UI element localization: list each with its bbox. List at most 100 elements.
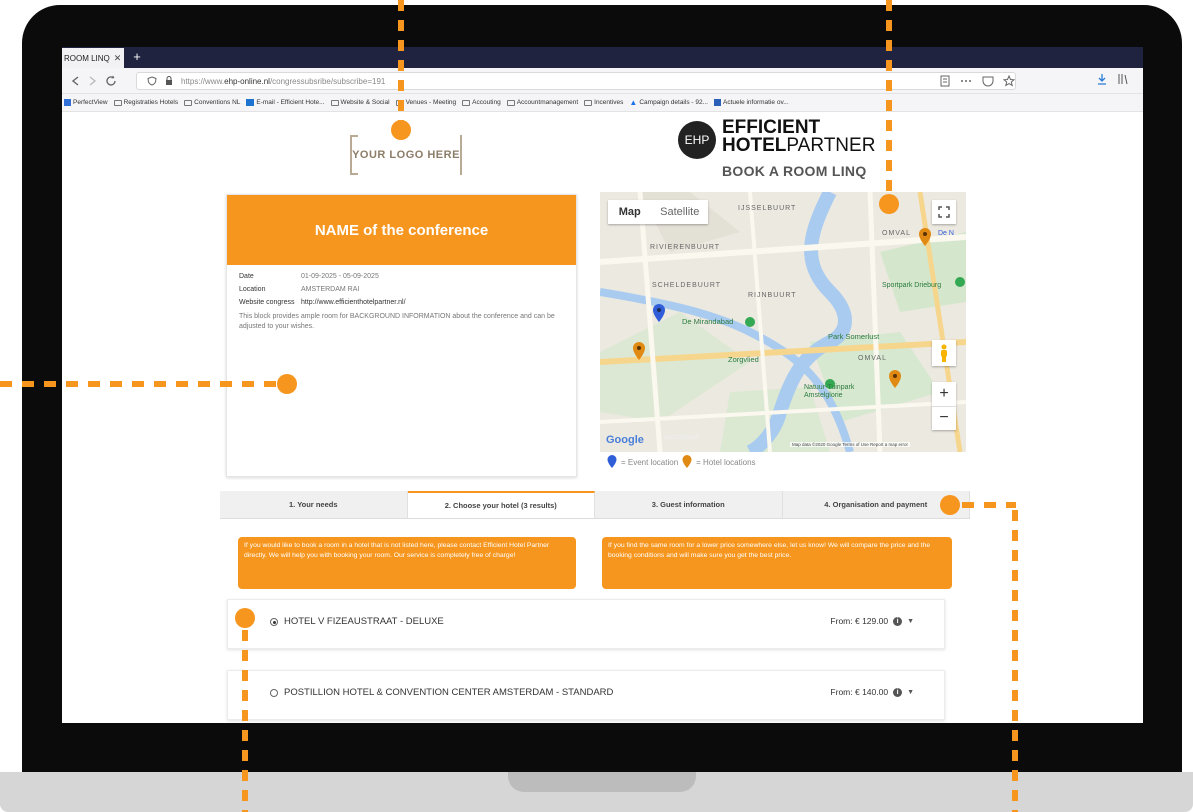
- notice-not-listed: If you would like to book a room in a ho…: [238, 537, 576, 589]
- info-icon[interactable]: i: [893, 687, 903, 697]
- bookmark-item[interactable]: Venues - Meeting: [395, 99, 456, 106]
- hotel-location-pin[interactable]: [918, 228, 932, 248]
- forward-icon[interactable]: [86, 75, 98, 87]
- bookmark-item[interactable]: Accouting: [462, 99, 501, 106]
- folder-icon: [462, 99, 471, 106]
- download-icon[interactable]: [1097, 73, 1107, 85]
- zoom-in-button[interactable]: +: [932, 382, 956, 407]
- pocket-icon[interactable]: [982, 75, 994, 87]
- toolbar-extensions: [1097, 73, 1129, 85]
- chevron-down-icon[interactable]: ▼: [907, 618, 914, 625]
- booking-steps: 1. Your needs 2. Choose your hotel (3 re…: [220, 491, 970, 519]
- bookmark-item[interactable]: E-mail - Efficient Hote...: [246, 99, 325, 106]
- tab-organisation-payment[interactable]: 4. Organisation and payment: [783, 491, 970, 518]
- chevron-down-icon[interactable]: ▼: [907, 689, 914, 696]
- fullscreen-button[interactable]: [932, 200, 956, 224]
- hotel-location-pin[interactable]: [632, 342, 646, 362]
- map-label: RIJNBUURT: [748, 292, 797, 299]
- folder-icon: [113, 99, 122, 106]
- lock-icon: [166, 76, 172, 85]
- laptop-notch: [508, 772, 696, 792]
- pegman-icon: [941, 344, 947, 362]
- bookmark-item[interactable]: Website & Social: [330, 99, 390, 106]
- brand-tagline: BOOK A ROOM LINQ: [722, 163, 867, 179]
- map-label: OMVAL: [858, 355, 887, 362]
- event-pin-icon: [607, 455, 617, 468]
- map-label: Park Somerlust: [828, 332, 880, 341]
- url-text: https://www.ehp-online.nl/congressubsrib…: [181, 76, 386, 86]
- zoom-out-button[interactable]: −: [932, 407, 956, 431]
- tab-title: ROOM LINQ: [64, 53, 110, 63]
- brand-logo[interactable]: EHP EFFICIENT HOTELPARTNER BOOK A ROOM L…: [678, 118, 958, 189]
- satellite-tab[interactable]: Satellite: [651, 200, 708, 224]
- detail-row: Location AMSTERDAM RAI: [239, 286, 564, 293]
- map-label: De N: [938, 230, 954, 237]
- url-input[interactable]: https://www.ehp-online.nl/congressubsrib…: [136, 72, 1016, 90]
- tab-your-needs[interactable]: 1. Your needs: [220, 491, 408, 518]
- bookmark-item[interactable]: Conventions NL: [184, 99, 240, 106]
- map-label: De Mirandabad: [682, 317, 734, 326]
- bookmark-item[interactable]: Registraties Hotels: [113, 99, 178, 106]
- folder-icon: [584, 99, 593, 106]
- event-location-pin[interactable]: [652, 304, 666, 324]
- conference-title: NAME of the conference: [227, 195, 576, 265]
- shield-icon: [147, 76, 157, 86]
- bookmark-item[interactable]: PerfectView: [64, 99, 108, 106]
- close-icon[interactable]: ✕: [114, 53, 122, 64]
- detail-row: Date 01-09-2025 - 05-09-2025: [239, 273, 564, 280]
- google-logo: Google: [606, 434, 644, 446]
- detail-key: Location: [239, 286, 266, 293]
- logo-placeholder: YOUR LOGO HERE: [350, 135, 462, 175]
- hotel-name: POSTILLION HOTEL & CONVENTION CENTER AMS…: [284, 687, 614, 698]
- star-icon[interactable]: [1003, 75, 1015, 87]
- brand-line2: HOTELPARTNER: [722, 135, 876, 156]
- doc-icon: [714, 99, 721, 106]
- info-icon[interactable]: i: [893, 616, 903, 626]
- new-tab-button[interactable]: +: [130, 48, 144, 66]
- brand-badge: EHP: [678, 121, 716, 159]
- hotel-option[interactable]: POSTILLION HOTEL & CONVENTION CENTER AMS…: [227, 670, 945, 720]
- map[interactable]: Map Satellite IJSSELBUURT RIVIERENBUURT …: [600, 192, 966, 452]
- bookmark-item[interactable]: ▲ Campaign details - 92...: [629, 98, 708, 107]
- hotel-price: From: € 140.00 i ▼: [830, 687, 914, 697]
- detail-value: AMSTERDAM RAI: [301, 286, 360, 293]
- url-actions: [940, 75, 1015, 87]
- reader-view-icon[interactable]: [940, 75, 950, 87]
- conference-card: NAME of the conference Date 01-09-2025 - …: [226, 194, 577, 477]
- reload-icon[interactable]: [104, 74, 118, 88]
- bookmark-item[interactable]: Accountmanagement: [506, 99, 578, 106]
- more-icon[interactable]: [959, 75, 973, 87]
- browser-tab[interactable]: ROOM LINQ ✕: [62, 48, 124, 68]
- outlook-icon: [246, 99, 255, 106]
- fullscreen-icon: [938, 206, 950, 218]
- back-icon[interactable]: [70, 75, 82, 87]
- folder-icon: [506, 99, 515, 106]
- url-bar: https://www.ehp-online.nl/congressubsrib…: [62, 68, 1143, 94]
- library-icon[interactable]: [1117, 73, 1129, 85]
- detail-value: 01-09-2025 - 05-09-2025: [301, 273, 379, 280]
- street-view-button[interactable]: [932, 340, 956, 366]
- folder-icon: [395, 99, 404, 106]
- map-tab[interactable]: Map: [608, 200, 651, 224]
- hotel-radio[interactable]: [270, 618, 278, 626]
- browser-screen: ROOM LINQ ✕ + https://www.ehp-online.nl/…: [62, 47, 1143, 723]
- map-legend: = Event location = Hotel locations: [607, 455, 756, 469]
- tab-choose-hotel[interactable]: 2. Choose your hotel (3 results): [407, 491, 595, 518]
- tab-guest-information[interactable]: 3. Guest information: [595, 491, 783, 518]
- detail-key: Date: [239, 273, 254, 280]
- hotel-option[interactable]: HOTEL V FIZEAUSTRAAT - DELUXE From: € 12…: [227, 599, 945, 649]
- bookmark-item[interactable]: Incentives: [584, 99, 623, 106]
- map-attribution[interactable]: Map data ©2020 Google Terms of Use Repor…: [790, 442, 911, 447]
- map-label: OMVAL: [882, 230, 911, 237]
- hotel-location-pin[interactable]: [888, 370, 902, 390]
- hotel-radio[interactable]: [270, 689, 278, 697]
- folder-icon: [184, 99, 193, 106]
- bookmark-item[interactable]: Actuele informatie ov...: [714, 99, 789, 106]
- folder-icon: [330, 99, 339, 106]
- map-label: Sportpark Drieburg: [882, 282, 942, 289]
- legend-event-label: = Event location: [621, 457, 679, 467]
- tab-bar: ROOM LINQ ✕ +: [62, 47, 1143, 68]
- zoom-control: + −: [932, 382, 956, 430]
- map-label: Zorgvlied: [728, 355, 759, 364]
- website-link[interactable]: http://www.efficienthotelpartner.nl/: [301, 299, 406, 306]
